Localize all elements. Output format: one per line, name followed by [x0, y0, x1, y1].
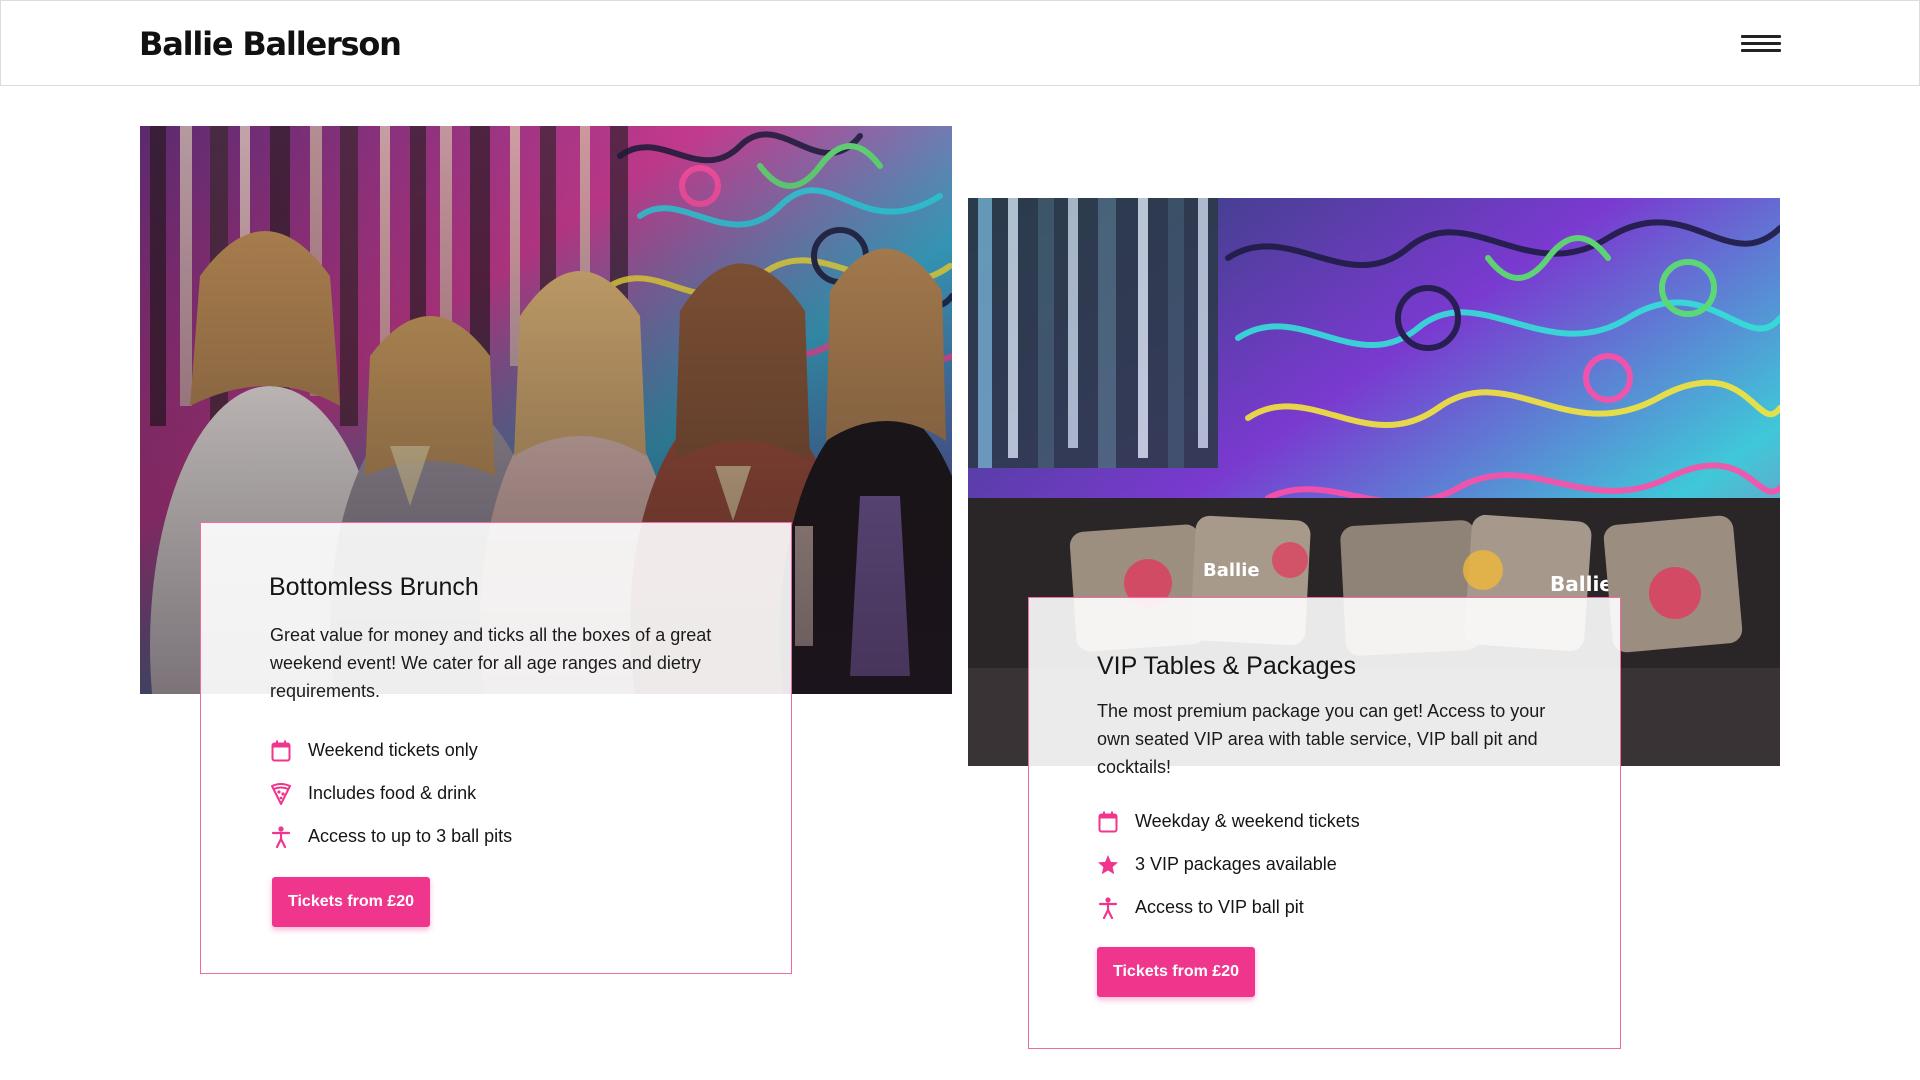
feature-label: Access to up to 3 ball pits [308, 826, 513, 846]
feature-item: Weekday & weekend tickets [1097, 800, 1360, 843]
person-icon [1097, 896, 1119, 920]
feature-item: 3 VIP packages available [1097, 843, 1360, 886]
vip-tables-card: VIP Tables & Packages The most premium p… [1028, 597, 1621, 1049]
cushion-logo-text: Ballie [1203, 560, 1260, 581]
person-icon [270, 825, 292, 849]
feature-label: Weekend tickets only [308, 740, 478, 760]
feature-list: Weekend tickets only Includes food & dri… [270, 729, 512, 858]
star-icon [1097, 853, 1119, 877]
bottomless-brunch-card: Bottomless Brunch Great value for money … [200, 522, 792, 974]
feature-item: Includes food & drink [270, 772, 512, 815]
tickets-button[interactable]: Tickets from £20 [1097, 947, 1255, 997]
feature-label: Weekday & weekend tickets [1135, 811, 1360, 831]
hamburger-menu-button[interactable] [1741, 31, 1783, 57]
site-logo[interactable]: Ballie Ballerson [139, 25, 402, 63]
pizza-icon [270, 782, 292, 806]
tickets-button[interactable]: Tickets from £20 [272, 877, 430, 927]
card-description: Great value for money and ticks all the … [270, 625, 712, 701]
feature-list: Weekday & weekend tickets 3 VIP packages… [1097, 800, 1360, 929]
feature-label: 3 VIP packages available [1135, 854, 1337, 874]
hamburger-icon-line [1741, 35, 1781, 38]
calendar-icon [1097, 810, 1119, 834]
hamburger-icon-line [1741, 42, 1781, 45]
card-title: VIP Tables & Packages [1097, 652, 1356, 680]
card-title: Bottomless Brunch [269, 573, 479, 601]
cushion-logo-text: Ballie [1550, 572, 1613, 596]
site-header: Ballie Ballerson [0, 0, 1920, 86]
feature-item: Access to VIP ball pit [1097, 886, 1360, 929]
card-description: The most premium package you can get! Ac… [1097, 701, 1546, 777]
feature-item: Access to up to 3 ball pits [270, 815, 512, 858]
feature-item: Weekend tickets only [270, 729, 512, 772]
calendar-icon [270, 739, 292, 763]
feature-label: Access to VIP ball pit [1135, 897, 1304, 917]
hamburger-icon-line [1741, 49, 1781, 52]
feature-label: Includes food & drink [308, 783, 477, 803]
